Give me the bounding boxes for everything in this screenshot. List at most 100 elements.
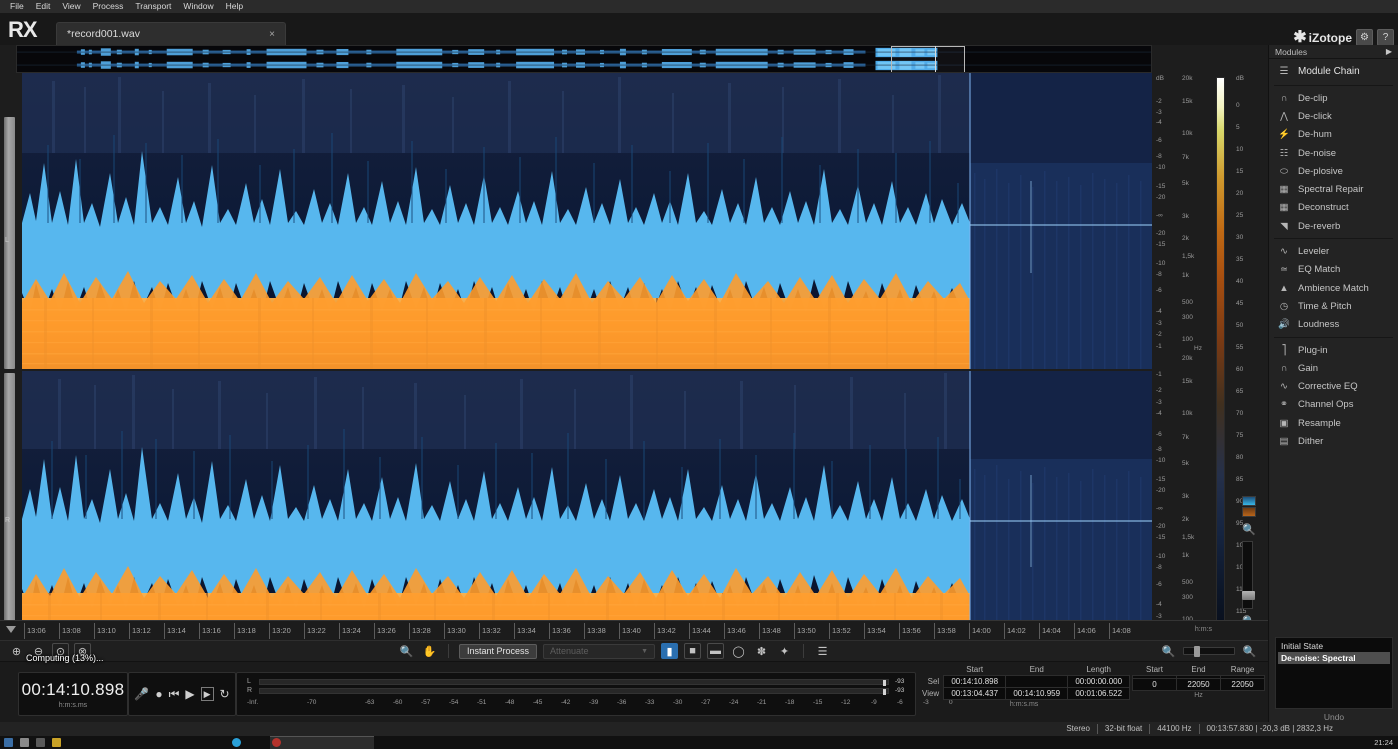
taskbar-icon-2[interactable]: [20, 738, 29, 747]
sidebar-item-channel-ops[interactable]: ⚭ Channel Ops: [1269, 396, 1398, 414]
undo-button[interactable]: Undo: [1275, 712, 1393, 722]
menu-edit[interactable]: Edit: [30, 0, 57, 13]
meter-scale-label-4: -57: [421, 699, 430, 706]
sel-end-value[interactable]: [1006, 676, 1068, 688]
view-length-value[interactable]: 00:01:06.522: [1068, 688, 1130, 700]
sidebar-item-ambience-match[interactable]: ▲ Ambience Match: [1269, 279, 1398, 297]
tab-record001[interactable]: *record001.wav ×: [56, 22, 286, 45]
hz-view-range[interactable]: 22050: [1221, 679, 1265, 691]
sidebar-item-de-reverb[interactable]: ◥ De-reverb: [1269, 217, 1398, 235]
history-item-initial-state[interactable]: Initial State: [1278, 640, 1390, 652]
sidebar-item-plug-in[interactable]: ⎤ Plug-in: [1269, 341, 1398, 359]
lasso-tool-icon[interactable]: ◯: [730, 643, 747, 659]
sidebar-item-de-plosive[interactable]: ⬭ De-plosive: [1269, 162, 1398, 180]
go-to-start-button[interactable]: ⏮: [169, 688, 180, 700]
view-end-value[interactable]: 00:14:10.959: [1006, 688, 1068, 700]
menu-process[interactable]: Process: [87, 0, 130, 13]
horizontal-zoom-slider[interactable]: [1183, 647, 1235, 655]
sidebar-item-loudness[interactable]: 🔊 Loudness: [1269, 316, 1398, 334]
menu-transport[interactable]: Transport: [129, 0, 177, 13]
history-list[interactable]: Initial State De-noise: Spectral: [1275, 637, 1393, 709]
spectrogram-view-toggle[interactable]: [1242, 496, 1256, 506]
sidebar-item-gain[interactable]: ∩ Gain: [1269, 359, 1398, 377]
instant-process-button[interactable]: Instant Process: [459, 644, 537, 659]
sidebar-item-corrective-eq[interactable]: ∿ Corrective EQ: [1269, 377, 1398, 395]
table-row: View 00:13:04.437 00:14:10.959 00:01:06.…: [918, 688, 1130, 700]
ruler-tick: [584, 623, 585, 639]
rectangle-selection-tool-icon[interactable]: ■: [684, 643, 701, 659]
sidebar-item-de-hum[interactable]: ⚡ De-hum: [1269, 126, 1398, 144]
modules-header[interactable]: Modules ▶: [1269, 45, 1398, 59]
taskbar-icon-1[interactable]: [4, 738, 13, 747]
gear-icon[interactable]: ⚙: [1356, 29, 1373, 46]
brush-tool-icon[interactable]: ✽: [753, 643, 770, 659]
sidebar-item-resample[interactable]: ▣ Resample: [1269, 414, 1398, 432]
spectrogram-left-channel[interactable]: [22, 73, 1152, 369]
hand-icon[interactable]: ✋: [421, 643, 438, 659]
loop-button[interactable]: ↻: [220, 688, 230, 700]
menu-view[interactable]: View: [56, 0, 86, 13]
sidebar-item-deconstruct[interactable]: ▦ Deconstruct: [1269, 199, 1398, 217]
monitor-mic-button[interactable]: 🎤: [134, 688, 149, 700]
ruler-tick: [339, 623, 340, 639]
taskbar-icon-4[interactable]: [52, 738, 61, 747]
sidebar-item-module-chain[interactable]: ☰ Module Chain: [1269, 61, 1398, 82]
playhead-time-display[interactable]: 00:14:10.898 h:m:s.ms: [18, 672, 128, 716]
frequency-selection-tool-icon[interactable]: ▬: [707, 643, 724, 659]
zoom-in-icon-small[interactable]: 🔍: [1241, 643, 1258, 659]
magnifier-icon[interactable]: 🔍: [398, 643, 415, 659]
time-and-pitch-icon: ◷: [1277, 300, 1291, 313]
sidebar-item-leveler[interactable]: ∿ Leveler: [1269, 242, 1398, 260]
history-item-de-noise-spectral[interactable]: De-noise: Spectral: [1278, 652, 1390, 664]
sel-length-value[interactable]: 00:00:00.000: [1068, 676, 1130, 688]
sidebar-item-spectral-repair[interactable]: ▦ Spectral Repair: [1269, 180, 1398, 198]
modules-list: ☰ Module Chain ∩ De-clip ⋀ De-click ⚡ De…: [1269, 59, 1398, 451]
axis-db-tick-R-4: -4: [1156, 410, 1162, 417]
zoom-out-icon-small[interactable]: 🔍: [1160, 643, 1177, 659]
record-button[interactable]: ●: [155, 688, 162, 700]
axis-db-tick-L-1b: -1: [1156, 343, 1162, 350]
sidebar-item-label: EQ Match: [1298, 264, 1340, 275]
sidebar-item-de-noise[interactable]: ☷ De-noise: [1269, 144, 1398, 162]
taskbar-icon-3[interactable]: [36, 738, 45, 747]
colorbar-tick-10: 10: [1236, 146, 1243, 153]
waveform-view-toggle[interactable]: [1242, 507, 1256, 517]
ruler-label-13: 13:32: [482, 626, 501, 635]
ruler-tick: [234, 623, 235, 639]
sidebar-item-dither[interactable]: ▤ Dither: [1269, 432, 1398, 450]
help-icon[interactable]: ?: [1377, 29, 1394, 46]
attenuate-dropdown[interactable]: Attenuate ▼: [543, 644, 655, 659]
spectrum-view-icon[interactable]: ☰: [814, 643, 831, 659]
vertical-zoom-in-icon[interactable]: 🔍: [1242, 523, 1256, 537]
view-start-value[interactable]: 00:13:04.437: [944, 688, 1006, 700]
sidebar-item-de-click[interactable]: ⋀ De-click: [1269, 107, 1398, 125]
horizontal-zoom-slider-thumb[interactable]: [1194, 646, 1200, 657]
hz-view-end[interactable]: 22050: [1177, 679, 1221, 691]
meter-scale-label-14: -27: [701, 699, 710, 706]
taskbar-window-rx[interactable]: [270, 736, 374, 749]
menu-window[interactable]: Window: [177, 0, 219, 13]
vertical-zoom-slider-thumb[interactable]: [1242, 591, 1255, 600]
magic-wand-tool-icon[interactable]: ✦: [776, 643, 793, 659]
ruler-arrow-icon[interactable]: [6, 626, 16, 633]
timeline-ruler[interactable]: 13:06 13:08 13:10 13:12 13:14 13:16 13:1…: [0, 620, 1268, 640]
overview-selection-region[interactable]: [891, 46, 965, 73]
sidebar-item-time-and-pitch[interactable]: ◷ Time & Pitch: [1269, 297, 1398, 315]
menu-file[interactable]: File: [4, 0, 30, 13]
play-button[interactable]: ▶: [185, 688, 194, 700]
sel-start-value[interactable]: 00:14:10.898: [944, 676, 1006, 688]
hz-view-start[interactable]: 0: [1133, 679, 1177, 691]
meter-scale-label-5: -54: [449, 699, 458, 706]
close-icon[interactable]: ×: [269, 29, 275, 40]
zoom-in-icon[interactable]: ⊕: [8, 643, 25, 659]
play-selection-button[interactable]: ▶: [201, 687, 214, 701]
taskbar-icon-browser[interactable]: [232, 738, 241, 747]
menu-help[interactable]: Help: [220, 0, 249, 13]
time-selection-tool-icon[interactable]: ▮: [661, 643, 678, 659]
sidebar-item-de-clip[interactable]: ∩ De-clip: [1269, 89, 1398, 107]
sidebar-divider: [1274, 337, 1393, 338]
chevron-right-icon[interactable]: ▶: [1386, 47, 1392, 56]
overview-waveform[interactable]: [16, 45, 1152, 73]
sidebar-item-eq-match[interactable]: ≃ EQ Match: [1269, 261, 1398, 279]
axis-hz-tick-L-2k: 2k: [1182, 235, 1189, 242]
